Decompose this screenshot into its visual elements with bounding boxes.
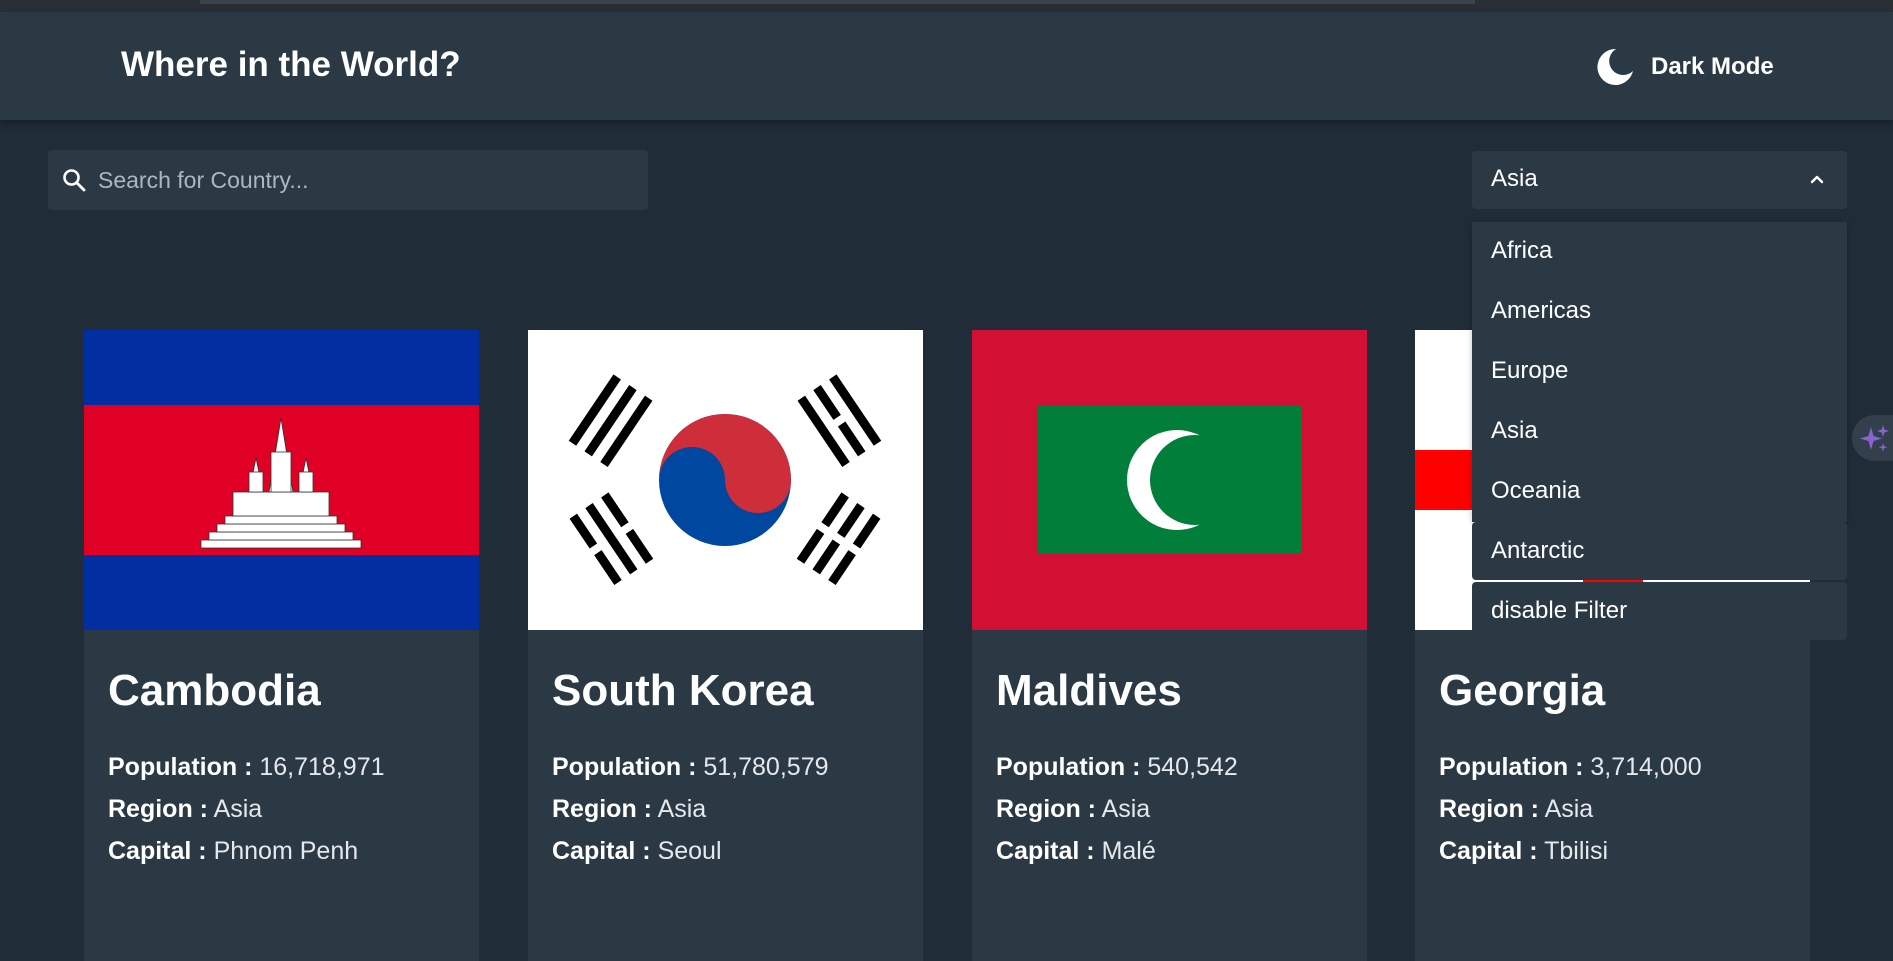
population-value: 540,542 xyxy=(1147,753,1238,781)
search-box[interactable] xyxy=(48,150,648,210)
population-row: Population : 51,780,579 xyxy=(552,746,829,788)
capital-value: Malé xyxy=(1101,837,1156,865)
country-card[interactable]: Cambodia Population : 16,718,971 Region … xyxy=(84,330,479,961)
app-header: Where in the World? Dark Mode xyxy=(0,12,1893,120)
region-row: Region : Asia xyxy=(996,788,1238,830)
region-option-group: Africa Americas Europe Asia Oceania xyxy=(1472,222,1847,522)
region-option-disable-filter[interactable]: disable Filter xyxy=(1472,582,1847,640)
region-option-oceania[interactable]: Oceania xyxy=(1472,462,1847,522)
region-filter-select[interactable]: Asia xyxy=(1472,151,1847,209)
region-option-label: Europe xyxy=(1491,357,1569,384)
population-value: 3,714,000 xyxy=(1590,753,1702,781)
assistant-bubble[interactable] xyxy=(1852,415,1893,461)
capital-row: Capital : Phnom Penh xyxy=(108,830,385,872)
country-name: Georgia xyxy=(1439,666,1606,715)
region-option-label: Oceania xyxy=(1491,477,1581,504)
population-label: Population : xyxy=(996,753,1141,781)
region-label: Region : xyxy=(1439,795,1539,823)
country-card[interactable]: Maldives Population : 540,542 Region : A… xyxy=(972,330,1367,961)
region-option-label: disable Filter xyxy=(1491,597,1628,624)
country-card[interactable]: South Korea Population : 51,780,579 Regi… xyxy=(528,330,923,961)
population-row: Population : 540,542 xyxy=(996,746,1238,788)
region-label: Region : xyxy=(552,795,652,823)
capital-row: Capital : Malé xyxy=(996,830,1238,872)
country-facts: Population : 51,780,579 Region : Asia Ca… xyxy=(552,746,829,872)
search-input[interactable] xyxy=(96,151,638,209)
capital-value: Tbilisi xyxy=(1544,837,1609,865)
country-name: Cambodia xyxy=(108,666,321,715)
population-label: Population : xyxy=(552,753,697,781)
region-value: Asia xyxy=(1544,795,1594,823)
app-title: Where in the World? xyxy=(121,45,461,84)
population-row: Population : 16,718,971 xyxy=(108,746,385,788)
capital-label: Capital : xyxy=(1439,837,1538,865)
region-option-label: Asia xyxy=(1491,417,1538,444)
population-label: Population : xyxy=(1439,753,1584,781)
capital-label: Capital : xyxy=(108,837,207,865)
country-name: Maldives xyxy=(996,666,1182,715)
region-value: Asia xyxy=(1101,795,1151,823)
region-row: Region : Asia xyxy=(552,788,829,830)
population-value: 51,780,579 xyxy=(703,753,829,781)
region-option-americas[interactable]: Americas xyxy=(1472,282,1847,342)
capital-value: Phnom Penh xyxy=(213,837,359,865)
region-row: Region : Asia xyxy=(1439,788,1702,830)
region-value: Asia xyxy=(657,795,707,823)
population-value: 16,718,971 xyxy=(259,753,385,781)
country-facts: Population : 3,714,000 Region : Asia Cap… xyxy=(1439,746,1702,872)
capital-value: Seoul xyxy=(657,837,722,865)
flag-image xyxy=(972,330,1367,630)
flag-image xyxy=(84,330,479,630)
page: Where in the World? Dark Mode Asia xyxy=(0,0,1893,961)
region-option-europe[interactable]: Europe xyxy=(1472,342,1847,402)
chevron-up-icon xyxy=(1809,171,1825,192)
population-row: Population : 3,714,000 xyxy=(1439,746,1702,788)
region-option-antarctic[interactable]: Antarctic xyxy=(1472,522,1847,580)
capital-label: Capital : xyxy=(996,837,1095,865)
flag-image xyxy=(528,330,923,630)
region-option-label: Americas xyxy=(1491,297,1592,324)
country-name: South Korea xyxy=(552,666,814,715)
region-label: Region : xyxy=(108,795,208,823)
region-filter-value: Asia xyxy=(1491,165,1538,192)
capital-row: Capital : Tbilisi xyxy=(1439,830,1702,872)
region-option-africa[interactable]: Africa xyxy=(1472,222,1847,282)
capital-label: Capital : xyxy=(552,837,651,865)
region-option-label: Africa xyxy=(1491,237,1553,264)
moon-icon xyxy=(1595,47,1635,87)
dark-mode-toggle[interactable]: Dark Mode xyxy=(1595,46,1774,88)
region-option-asia[interactable]: Asia xyxy=(1472,402,1847,462)
country-facts: Population : 16,718,971 Region : Asia Ca… xyxy=(108,746,385,872)
search-icon xyxy=(60,166,88,194)
region-label: Region : xyxy=(996,795,1096,823)
capital-row: Capital : Seoul xyxy=(552,830,829,872)
region-filter-dropdown: Africa Americas Europe Asia Oceania Anta… xyxy=(1472,222,1847,642)
region-option-label: Antarctic xyxy=(1491,537,1585,564)
region-row: Region : Asia xyxy=(108,788,385,830)
country-facts: Population : 540,542 Region : Asia Capit… xyxy=(996,746,1238,872)
population-label: Population : xyxy=(108,753,253,781)
dark-mode-label: Dark Mode xyxy=(1651,53,1774,80)
region-value: Asia xyxy=(213,795,263,823)
